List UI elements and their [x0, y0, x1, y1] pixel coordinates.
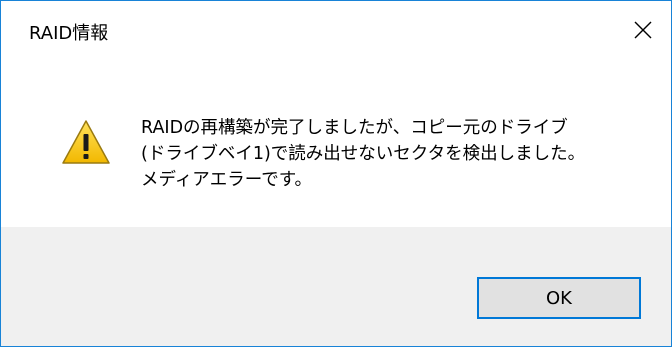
close-icon: [634, 21, 652, 39]
message-line: RAIDの再構築が完了しましたが、コピー元のドライブ: [141, 118, 568, 138]
title-bar: RAID情報: [1, 1, 671, 55]
ok-button[interactable]: OK: [477, 277, 641, 319]
dialog-window: RAID情報 RAIDの再構築が完了しましたが、コピー元のドライブ (ドライブベ…: [0, 0, 672, 347]
button-bar: OK: [1, 227, 671, 346]
message-line: (ドライブベイ1)で読み出せないセクタを検出しました。: [141, 144, 586, 164]
close-button[interactable]: [619, 9, 667, 51]
warning-icon: [62, 120, 110, 164]
message-line: メディアエラーです。: [141, 170, 312, 190]
message-text: RAIDの再構築が完了しましたが、コピー元のドライブ (ドライブベイ1)で読み出…: [141, 115, 641, 193]
dialog-body: RAIDの再構築が完了しましたが、コピー元のドライブ (ドライブベイ1)で読み出…: [1, 55, 671, 227]
window-title: RAID情報: [29, 23, 109, 44]
